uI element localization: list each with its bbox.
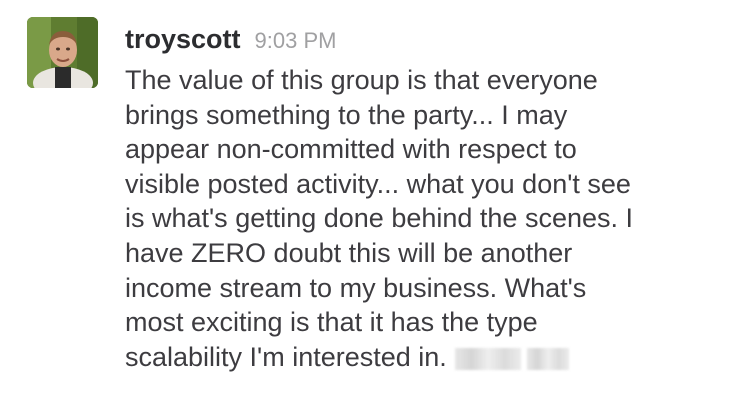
user-photo-icon (27, 17, 98, 88)
chat-message: troyscott 9:03 PM The value of this grou… (0, 0, 750, 412)
message-line: most exciting is that it has the type (125, 307, 538, 338)
message-line: The value of this group is that everyone (125, 65, 598, 95)
message-line: brings something to the party... I may (125, 99, 568, 130)
message-line: is what's getting done behind the scenes… (125, 203, 633, 234)
message-line: have ZERO doubt this will be another (125, 237, 573, 268)
message-line-last: scalability I'm interested in. (125, 340, 740, 375)
timestamp-link[interactable]: 9:03 PM (255, 28, 337, 54)
message-line-text: scalability I'm interested in. (125, 341, 447, 372)
avatar[interactable] (27, 17, 98, 88)
message-line: visible posted activity... what you don'… (125, 168, 631, 199)
username-link[interactable]: troyscott (125, 24, 241, 55)
message-line: income stream to my business. What's (125, 272, 587, 303)
message-body: The value of this group is that everyone… (125, 63, 740, 374)
message-line: appear non-committed with respect to (125, 134, 577, 165)
redacted-text-block (454, 347, 521, 370)
redacted-text-block (526, 347, 569, 370)
message-header: troyscott 9:03 PM (125, 24, 336, 60)
